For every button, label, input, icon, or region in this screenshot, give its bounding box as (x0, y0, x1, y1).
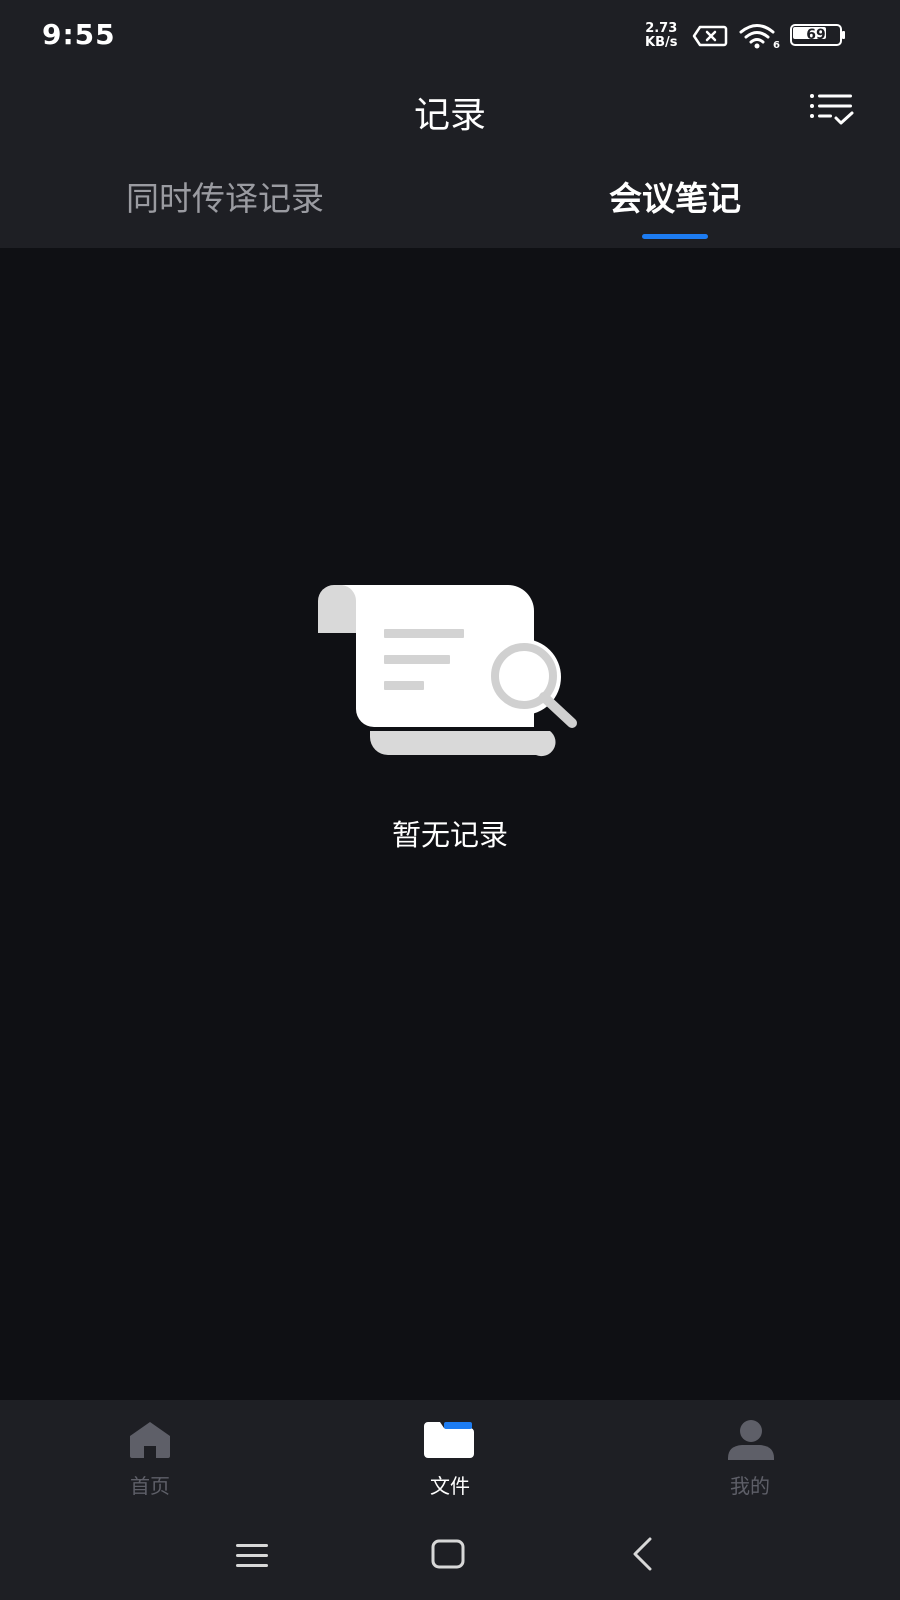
nav-label-files: 文件 (430, 1474, 470, 1498)
nav-item-home[interactable]: 首页 (0, 1400, 300, 1512)
battery-indicator: 69 (790, 24, 846, 46)
status-bar: 9:55 2.73 KB/s 6 69 (0, 0, 900, 72)
empty-state-message: 暂无记录 (391, 818, 508, 852)
folder-icon (424, 1420, 474, 1464)
svg-text:6: 6 (773, 40, 780, 50)
nav-item-files[interactable]: 文件 (300, 1400, 600, 1512)
page-title: 记录 (413, 95, 486, 136)
network-speed-value: 2.73 (645, 21, 678, 36)
nav-label-mine: 我的 (730, 1474, 770, 1498)
wifi-icon: 6 (738, 22, 780, 54)
status-time: 9:55 (42, 18, 116, 51)
battery-level: 69 (806, 27, 826, 43)
scroll-search-icon (318, 585, 582, 765)
filter-button[interactable] (808, 88, 856, 132)
network-speed-unit: KB/s (645, 35, 678, 50)
no-sim-icon (692, 24, 728, 52)
network-speed: 2.73 KB/s (645, 22, 677, 50)
header: 记录 同时传译记录 会议笔记 (0, 72, 900, 248)
menu-icon[interactable] (234, 1542, 270, 1574)
filter-list-check-icon (810, 94, 854, 125)
tab-simultaneous-interpretation[interactable]: 同时传译记录 (90, 172, 360, 220)
battery-tip (842, 31, 845, 39)
tab-meeting-notes[interactable]: 会议笔记 (560, 172, 790, 220)
system-navigation-bar (0, 1512, 900, 1600)
home-icon (126, 1420, 174, 1464)
user-icon (726, 1420, 776, 1466)
active-tab-indicator (642, 234, 708, 239)
back-chevron-icon[interactable] (630, 1536, 656, 1576)
nav-item-mine[interactable]: 我的 (600, 1400, 900, 1512)
square-home-icon[interactable] (430, 1538, 466, 1574)
nav-label-home: 首页 (130, 1474, 170, 1498)
bottom-navigation: 首页 文件 我的 (0, 1400, 900, 1512)
